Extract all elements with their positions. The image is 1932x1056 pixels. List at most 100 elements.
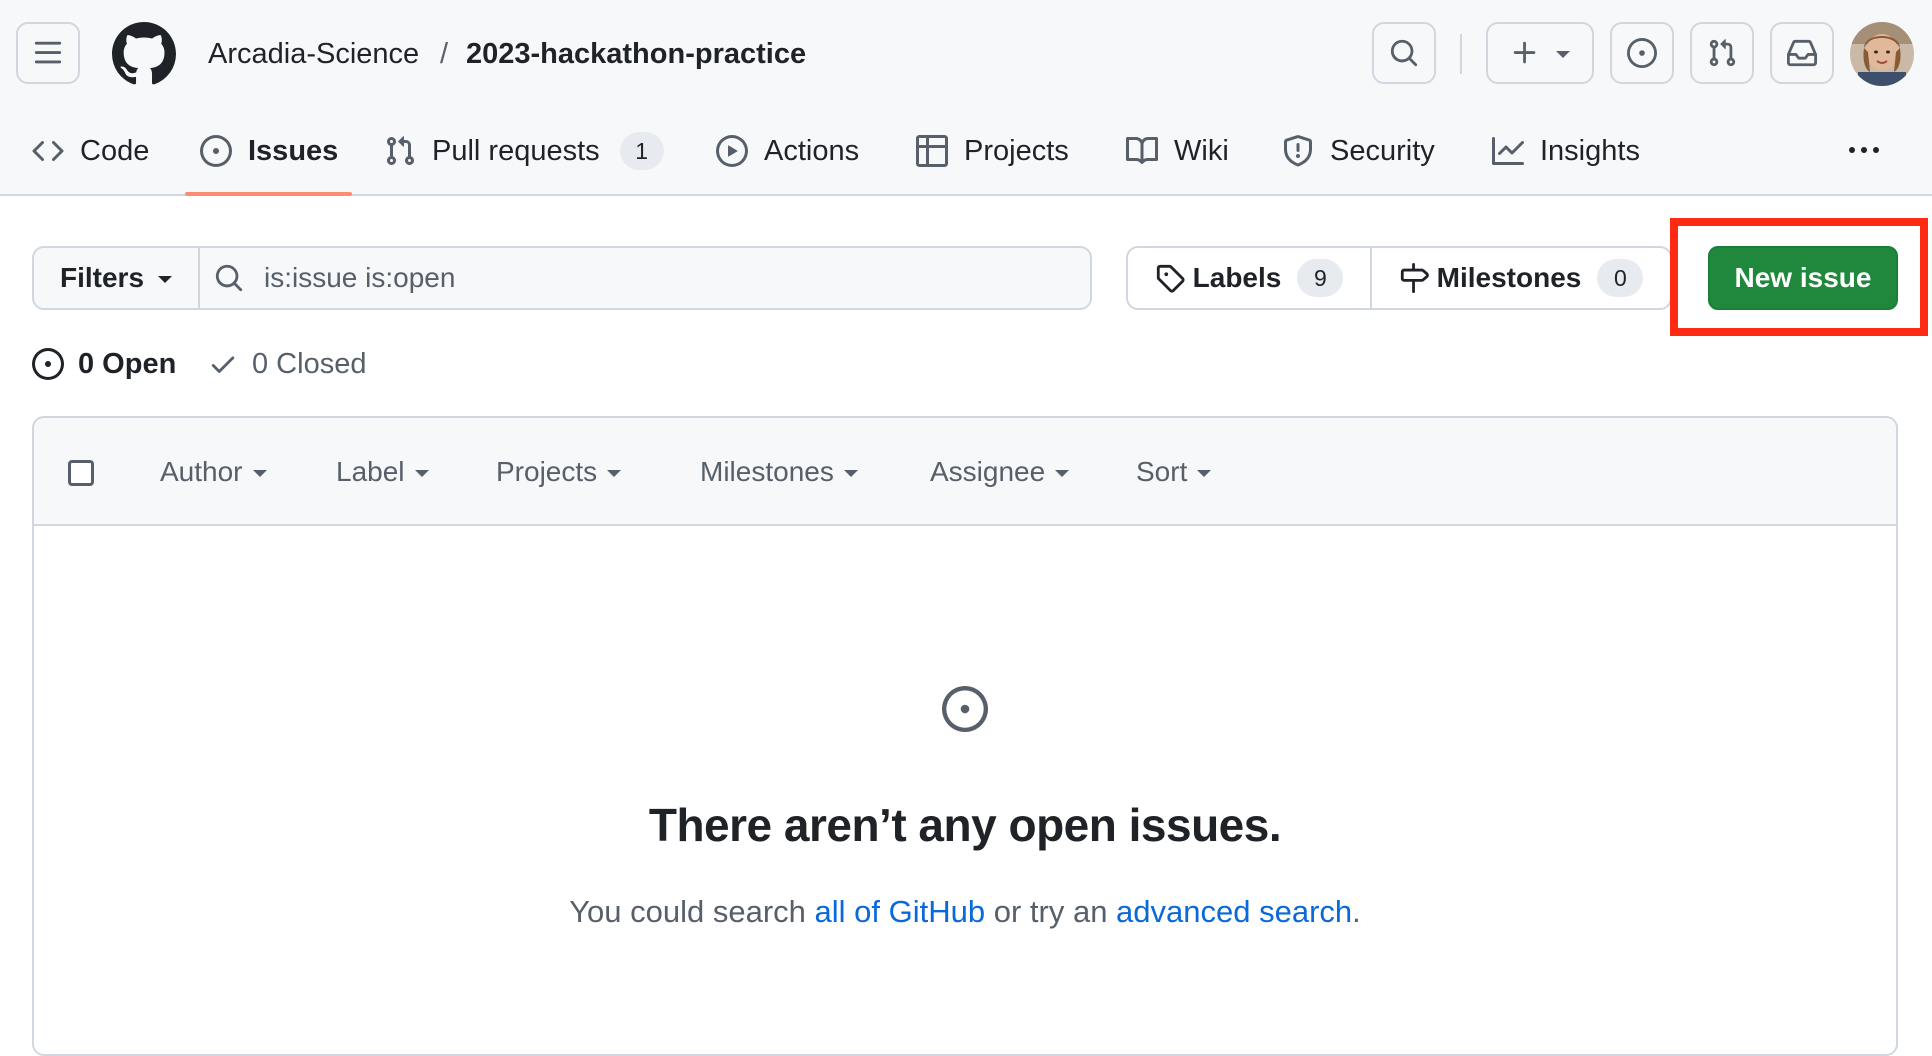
assignee-filter[interactable]: Assignee [930, 452, 1070, 492]
header-divider [1460, 34, 1462, 74]
check-icon [211, 356, 235, 373]
git-pull-request-icon [1709, 39, 1736, 67]
plus-icon [1513, 41, 1536, 64]
search-input[interactable] [262, 261, 1066, 295]
tab-issues[interactable]: Issues [200, 122, 338, 180]
blankslate-text-before: You could search [569, 894, 815, 929]
issue-search-box[interactable] [200, 248, 1090, 308]
book-icon [1126, 136, 1158, 164]
issue-opened-icon [1627, 38, 1657, 68]
tab-label: Security [1330, 134, 1435, 167]
all-of-github-link[interactable]: all of GitHub [815, 894, 986, 929]
highlight-annotation-box [1670, 218, 1928, 336]
github-logo-icon[interactable] [112, 22, 176, 86]
tag-icon [1156, 264, 1185, 293]
issue-opened-icon [942, 686, 988, 732]
chevron-down-icon [414, 470, 429, 477]
facet-label: Label [336, 456, 405, 487]
search-icon [1390, 39, 1418, 67]
tab-pull-requests[interactable]: Pull requests 1 [384, 122, 664, 180]
facet-label: Projects [496, 456, 598, 487]
code-icon [32, 140, 64, 162]
chevron-down-icon [158, 276, 173, 283]
tab-label: Code [80, 134, 150, 167]
more-tabs-button[interactable] [1846, 138, 1882, 162]
inbox-icon [1787, 39, 1817, 67]
labels-label: Labels [1192, 262, 1282, 293]
closed-issues-toggle[interactable]: 0 Closed [208, 344, 366, 384]
filters-button[interactable]: Filters [34, 248, 200, 308]
chevron-down-icon [1055, 470, 1070, 477]
sort-dropdown[interactable]: Sort [1136, 452, 1212, 492]
hamburger-icon [34, 41, 62, 64]
issue-opened-icon [32, 348, 64, 380]
label-filter[interactable]: Label [336, 452, 429, 492]
milestones-label: Milestones [1436, 262, 1582, 293]
milestone-icon [1400, 263, 1429, 293]
issues-list-header: Author Label Projects Milestones Assigne… [34, 418, 1896, 526]
blankslate-text-after: . [1352, 894, 1361, 929]
breadcrumb-repo[interactable]: 2023-hackathon-practice [466, 34, 806, 74]
labels-milestones-group: Labels 9 Milestones 0 [1126, 246, 1672, 310]
breadcrumb-separator: / [440, 38, 449, 70]
chevron-down-icon [843, 470, 858, 477]
tab-label: Pull requests [432, 134, 600, 167]
chevron-down-icon [607, 470, 622, 477]
shield-icon [1284, 135, 1312, 167]
tab-label: Issues [248, 134, 339, 167]
author-filter[interactable]: Author [160, 452, 267, 492]
issues-button[interactable] [1610, 22, 1674, 84]
filters-label: Filters [59, 262, 145, 293]
issue-opened-icon [200, 135, 232, 167]
selected-tab-underline [185, 192, 352, 196]
avatar[interactable] [1850, 22, 1914, 86]
tab-projects[interactable]: Projects [916, 122, 1069, 180]
advanced-search-link[interactable]: advanced search [1116, 894, 1352, 929]
kebab-horizontal-icon [1849, 147, 1879, 153]
tab-actions[interactable]: Actions [716, 122, 859, 180]
pull-requests-counter: 1 [619, 132, 664, 170]
inbox-button[interactable] [1770, 22, 1834, 84]
milestones-counter: 0 [1597, 259, 1644, 297]
tab-label: Actions [764, 134, 860, 167]
search-icon [215, 264, 243, 292]
open-issues-toggle[interactable]: 0 Open [32, 344, 176, 384]
blankslate-title: There aren’t any open issues. [648, 799, 1282, 851]
facet-label: Assignee [930, 456, 1046, 487]
open-count-label: 0 Open [78, 347, 177, 380]
blankslate-text: You could search all of GitHub or try an… [34, 894, 1896, 930]
labels-button[interactable]: Labels 9 [1128, 248, 1372, 308]
facet-label: Author [160, 456, 243, 487]
table-icon [916, 135, 948, 167]
global-menu-button[interactable] [16, 22, 80, 84]
pull-requests-button[interactable] [1690, 22, 1754, 84]
tab-label: Wiki [1174, 134, 1229, 167]
facet-label: Milestones [700, 456, 834, 487]
tab-label: Projects [964, 134, 1069, 167]
repo-header: Arcadia-Science / 2023-hackathon-practic… [0, 0, 1932, 196]
labels-counter: 9 [1297, 259, 1344, 297]
milestones-filter[interactable]: Milestones [700, 452, 858, 492]
chevron-down-icon [252, 470, 267, 477]
closed-count-label: 0 Closed [252, 347, 367, 380]
graph-icon [1492, 137, 1524, 165]
select-all-checkbox[interactable] [68, 460, 94, 486]
milestones-button[interactable]: Milestones 0 [1372, 248, 1670, 308]
search-button[interactable] [1372, 22, 1436, 84]
breadcrumb-owner[interactable]: Arcadia-Science [208, 34, 419, 74]
chevron-down-icon [1556, 51, 1570, 58]
create-new-button[interactable] [1486, 22, 1594, 84]
issues-list-box: Author Label Projects Milestones Assigne… [32, 416, 1898, 1056]
filter-bar: Filters [32, 246, 1092, 310]
tab-label: Insights [1540, 134, 1640, 167]
facet-label: Sort [1136, 456, 1188, 487]
blankslate-text-middle: or try an [985, 894, 1117, 929]
tab-code[interactable]: Code [32, 122, 149, 180]
tab-security[interactable]: Security [1282, 122, 1435, 180]
play-icon [716, 135, 748, 167]
projects-filter[interactable]: Projects [496, 452, 622, 492]
tab-wiki[interactable]: Wiki [1126, 122, 1229, 180]
chevron-down-icon [1197, 470, 1212, 477]
git-pull-request-icon [386, 136, 415, 166]
tab-insights[interactable]: Insights [1492, 122, 1640, 180]
